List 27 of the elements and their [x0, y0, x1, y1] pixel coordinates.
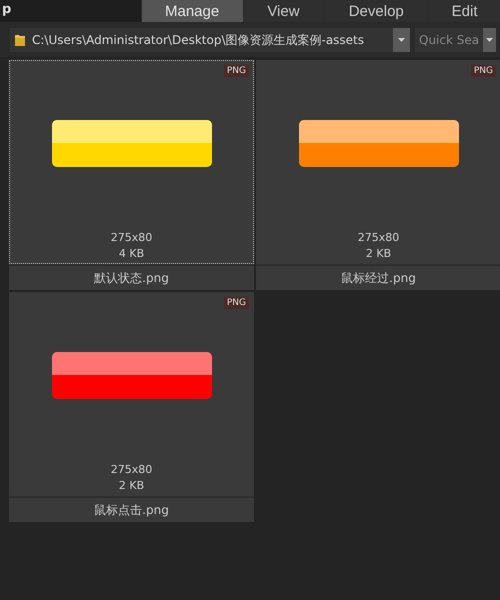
dropdown-button[interactable]	[393, 28, 410, 52]
dropdown-button[interactable]	[483, 28, 496, 52]
file-type-badge: PNG	[224, 297, 249, 309]
file-size: 4 KB	[118, 246, 146, 262]
file-tile[interactable]: 275x80 2 KB PNG 鼠标点击.png	[9, 292, 254, 522]
file-size: 2 KB	[118, 478, 146, 494]
caret-icon	[398, 38, 405, 42]
file-size: 2 KB	[364, 246, 392, 262]
tab[interactable]: View	[242, 0, 324, 22]
folder-icon	[14, 33, 26, 47]
image-dimensions: 275x80	[110, 462, 152, 478]
path-field[interactable]: C:\Users\Administrator\Desktop\图像资源生成案例-assets	[10, 28, 410, 52]
file-name: 默认状态.png	[94, 270, 169, 287]
image-dimensions: 275x80	[358, 230, 400, 246]
app-title: p	[1, 1, 12, 19]
file-type-badge: PNG	[224, 65, 249, 77]
file-name: 鼠标点击.png	[94, 502, 169, 519]
file-name: 鼠标经过.png	[341, 270, 416, 287]
tab[interactable]: Manage	[140, 0, 243, 22]
file-tile[interactable]: 275x80 2 KB PNG 鼠标经过.png	[256, 60, 500, 290]
image-dimensions: 275x80	[110, 230, 152, 246]
file-tile[interactable]: 275x80 4 KB PNG 默认状态.png	[9, 60, 254, 290]
tab[interactable]: Edit	[428, 0, 500, 22]
caret-icon	[486, 38, 493, 42]
search-field[interactable]: Quick Sea	[415, 28, 496, 52]
file-type-badge: PNG	[470, 65, 496, 77]
tab[interactable]: Develop	[323, 0, 428, 22]
